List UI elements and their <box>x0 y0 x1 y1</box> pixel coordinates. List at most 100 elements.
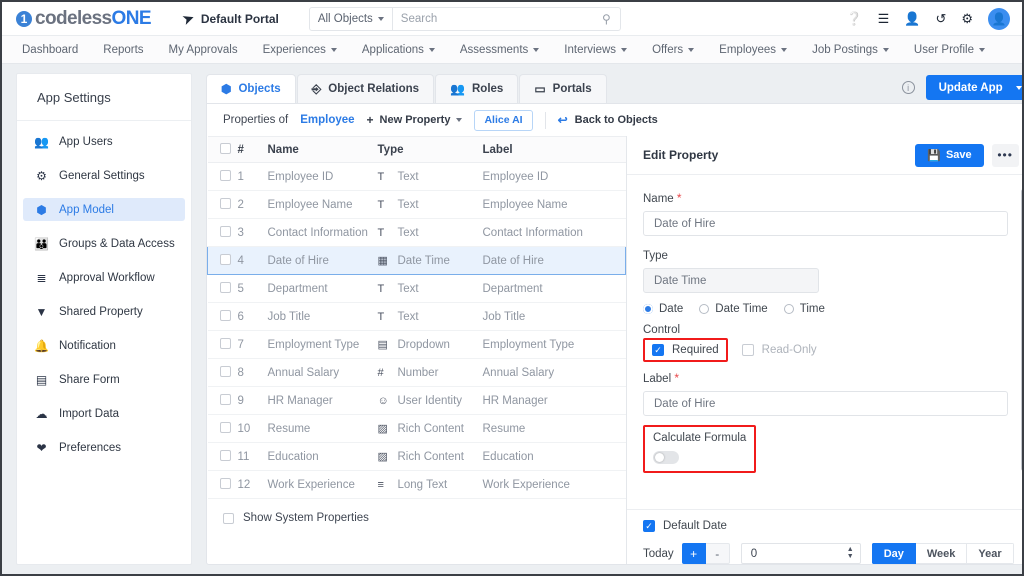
row-checkbox[interactable] <box>219 197 231 209</box>
chevron-down-icon[interactable] <box>1015 85 1022 90</box>
tab-portals[interactable]: ▭ Portals <box>519 74 607 103</box>
row-checkbox[interactable] <box>219 169 231 181</box>
row-checkbox[interactable] <box>219 449 231 461</box>
tab-roles[interactable]: 👥 Roles <box>435 74 519 103</box>
cube-icon: ⬢ <box>36 202 47 217</box>
nav-item-dashboard[interactable]: Dashboard <box>22 44 78 56</box>
tab-objects[interactable]: ⬢ Objects <box>206 74 296 103</box>
unit-week-button[interactable]: Week <box>915 543 968 564</box>
avatar[interactable]: 👤 <box>988 7 1010 30</box>
type-input[interactable]: Date Time <box>643 268 819 293</box>
row-checkbox[interactable] <box>219 309 231 321</box>
table-row[interactable]: 3 Contact Information T Text Contact Info… <box>207 218 626 247</box>
history-icon[interactable]: ↺ <box>935 12 946 25</box>
back-to-objects-button[interactable]: ↩ Back to Objects <box>558 113 658 127</box>
nav-item-job-postings[interactable]: Job Postings <box>812 44 889 56</box>
table-row[interactable]: 1 Employee ID T Text Employee ID <box>207 162 626 191</box>
table-row[interactable]: 9 HR Manager ☺ User Identity HR Manager <box>207 386 626 415</box>
table-row[interactable]: 11 Education ▨ Rich Content Education <box>207 442 626 471</box>
app-logo[interactable]: 1 codelessONE <box>16 8 152 30</box>
help-icon[interactable]: ❔ <box>846 12 862 25</box>
spinner-down-icon[interactable]: ▼ <box>847 553 854 560</box>
sidebar-item-notification[interactable]: 🔔 Notification <box>23 334 185 357</box>
properties-table: # Name Type Label 1 Employee ID T Text E… <box>207 136 626 499</box>
table-row[interactable]: 6 Job Title T Text Job Title <box>207 302 626 331</box>
alice-ai-button[interactable]: Alice AI <box>474 109 533 131</box>
radio-time[interactable]: Time <box>783 303 825 315</box>
default-date-row[interactable]: ✓ Default Date <box>643 520 1014 532</box>
database-icon[interactable]: ☰ <box>878 12 890 25</box>
readonly-checkbox[interactable] <box>741 344 754 356</box>
portal-selector[interactable]: ➤ Default Portal <box>180 9 279 27</box>
object-name-link[interactable]: Employee <box>300 114 354 126</box>
row-checkbox[interactable] <box>219 421 231 433</box>
spinner-icon[interactable]: ▲ ▼ <box>847 546 854 560</box>
row-checkbox[interactable] <box>219 365 231 377</box>
nav-item-interviews[interactable]: Interviews <box>564 43 628 56</box>
table-row[interactable]: 7 Employment Type ▤ Dropdown Employment T… <box>207 330 626 359</box>
sidebar-item-app-model[interactable]: ⬢ App Model <box>23 198 185 221</box>
row-checkbox[interactable] <box>220 253 231 265</box>
radio-date-time[interactable]: Date Time <box>699 303 768 315</box>
nav-item-applications[interactable]: Applications <box>362 44 435 56</box>
search-icon[interactable]: ⚲ <box>602 12 620 26</box>
decrement-button[interactable]: - <box>705 543 730 564</box>
show-system-properties-row[interactable]: Show System Properties <box>207 499 626 524</box>
row-checkbox[interactable] <box>219 337 231 349</box>
tab-object-relations[interactable]: ⎆ Object Relations <box>296 74 435 103</box>
calculate-formula-toggle[interactable] <box>653 451 679 464</box>
sidebar-items: 👥 App Users ⚙ General Settings ⬢ App Model … <box>17 121 191 459</box>
search-scope-dropdown[interactable]: All Objects <box>310 7 393 30</box>
row-checkbox[interactable] <box>219 281 231 293</box>
sidebar-item-approval-workflow[interactable]: ≣ Approval Workflow <box>23 266 185 289</box>
table-row[interactable]: 2 Employee Name T Text Employee Name <box>207 190 626 219</box>
save-button[interactable]: 💾 Save <box>915 143 984 167</box>
chevron-down-icon <box>377 16 384 21</box>
sidebar-item-share-form[interactable]: ▤ Share Form <box>23 368 185 391</box>
default-date-checkbox[interactable]: ✓ <box>643 520 655 532</box>
table-row[interactable]: 5 Department T Text Department <box>207 274 626 303</box>
table-row[interactable]: 12 Work Experience ≡ Long Text Work Exper… <box>207 470 626 499</box>
offset-stepper[interactable]: 0 ▲ ▼ <box>740 543 861 564</box>
table-row-selected[interactable]: 4 Date of Hire ▦ Date Time Date of Hire <box>207 246 626 275</box>
increment-button[interactable]: + <box>681 543 706 564</box>
readonly-checkbox-row[interactable]: Read-Only <box>741 344 817 356</box>
sidebar-item-app-users[interactable]: 👥 App Users <box>23 130 185 153</box>
nav-item-reports[interactable]: Reports <box>103 44 143 56</box>
search-input[interactable] <box>392 12 603 25</box>
select-all-checkbox[interactable] <box>219 142 231 154</box>
unit-day-button[interactable]: Day <box>871 543 916 564</box>
add-user-icon[interactable]: 👤 <box>904 12 920 25</box>
edit-panel-scrollbar[interactable] <box>1020 189 1022 471</box>
nav-item-employees[interactable]: Employees <box>719 44 788 56</box>
show-system-properties-checkbox[interactable] <box>223 512 234 524</box>
nav-item-user-profile[interactable]: User Profile <box>914 44 985 56</box>
info-icon[interactable]: i <box>901 81 915 94</box>
nav-item-assessments[interactable]: Assessments <box>460 44 540 56</box>
more-options-button[interactable]: ••• <box>991 143 1019 167</box>
required-checkbox-row[interactable]: ✓ Required <box>652 344 719 356</box>
nav-item-offers[interactable]: Offers <box>652 44 695 56</box>
sidebar-item-preferences[interactable]: ❤ Preferences <box>23 436 185 459</box>
row-checkbox[interactable] <box>219 477 231 489</box>
table-row[interactable]: 8 Annual Salary # Number Annual Salary <box>207 358 626 387</box>
unit-year-button[interactable]: Year <box>967 543 1014 564</box>
sidebar-item-import-data[interactable]: ☁ Import Data <box>23 402 185 425</box>
sidebar-item-general-settings[interactable]: ⚙ General Settings <box>23 164 185 187</box>
gear-icon[interactable]: ⚙ <box>961 12 973 25</box>
sidebar-item-groups-data-access[interactable]: 👪 Groups & Data Access <box>23 232 185 255</box>
radio-date[interactable]: Date <box>643 303 683 315</box>
nav-item-experiences[interactable]: Experiences <box>263 44 337 56</box>
nav-label: Interviews <box>564 43 617 56</box>
table-row[interactable]: 10 Resume ▨ Rich Content Resume <box>207 414 626 443</box>
update-app-button[interactable]: Update App <box>925 75 1022 100</box>
label-input[interactable]: Date of Hire <box>643 391 1008 416</box>
row-checkbox[interactable] <box>219 393 231 405</box>
portal-label: Default Portal <box>200 11 279 26</box>
row-checkbox[interactable] <box>219 225 231 237</box>
nav-item-my-approvals[interactable]: My Approvals <box>169 44 238 56</box>
name-input[interactable]: Date of Hire <box>643 211 1008 236</box>
required-checkbox[interactable]: ✓ <box>652 344 664 356</box>
new-property-button[interactable]: + New Property <box>367 113 463 127</box>
sidebar-item-shared-property[interactable]: ▼ Shared Property <box>23 300 185 323</box>
